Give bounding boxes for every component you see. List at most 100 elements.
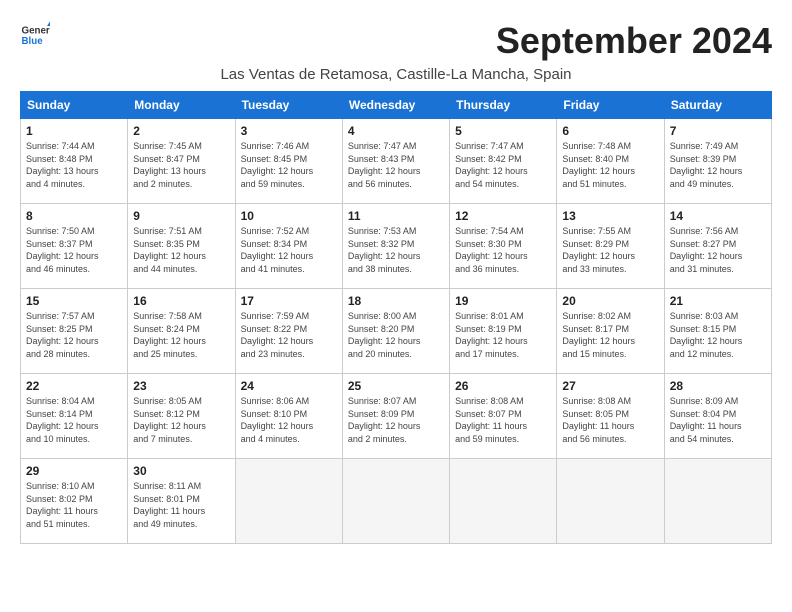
- day-info: Sunrise: 8:02 AM Sunset: 8:17 PM Dayligh…: [562, 310, 658, 360]
- day-number: 8: [26, 209, 122, 223]
- calendar-day-cell: 27Sunrise: 8:08 AM Sunset: 8:05 PM Dayli…: [557, 374, 664, 459]
- day-number: 22: [26, 379, 122, 393]
- day-info: Sunrise: 8:09 AM Sunset: 8:04 PM Dayligh…: [670, 395, 766, 445]
- day-info: Sunrise: 7:49 AM Sunset: 8:39 PM Dayligh…: [670, 140, 766, 190]
- day-number: 7: [670, 124, 766, 138]
- day-number: 23: [133, 379, 229, 393]
- day-info: Sunrise: 7:45 AM Sunset: 8:47 PM Dayligh…: [133, 140, 229, 190]
- calendar-day-cell: 18 Sunrise: 8:00 AM Sunset: 8:20 PM Dayli…: [342, 289, 449, 374]
- day-number: 15: [26, 294, 122, 308]
- day-number: 25: [348, 379, 444, 393]
- calendar-header-cell: Thursday: [450, 92, 557, 119]
- calendar-header-cell: Wednesday: [342, 92, 449, 119]
- calendar-day-cell: 2 Sunrise: 7:45 AM Sunset: 8:47 PM Daylig…: [128, 119, 235, 204]
- day-number: 26: [455, 379, 551, 393]
- calendar-week-row: 8 Sunrise: 7:50 AM Sunset: 8:37 PM Daylig…: [21, 204, 772, 289]
- day-number: 14: [670, 209, 766, 223]
- calendar-day-cell: 21 Sunrise: 8:03 AM Sunset: 8:15 PM Dayli…: [664, 289, 771, 374]
- day-number: 13: [562, 209, 658, 223]
- calendar-day-cell: [664, 459, 771, 544]
- calendar-day-cell: 9Sunrise: 7:51 AM Sunset: 8:35 PM Daylig…: [128, 204, 235, 289]
- calendar-day-cell: 16 Sunrise: 7:58 AM Sunset: 8:24 PM Dayli…: [128, 289, 235, 374]
- day-number: 27: [562, 379, 658, 393]
- day-number: 5: [455, 124, 551, 138]
- calendar-day-cell: 14 Sunrise: 7:56 AM Sunset: 8:27 PM Dayli…: [664, 204, 771, 289]
- day-number: 4: [348, 124, 444, 138]
- day-info: Sunrise: 7:59 AM Sunset: 8:22 PM Dayligh…: [241, 310, 337, 360]
- day-info: Sunrise: 7:47 AM Sunset: 8:43 PM Dayligh…: [348, 140, 444, 190]
- calendar-day-cell: 11Sunrise: 7:53 AM Sunset: 8:32 PM Dayli…: [342, 204, 449, 289]
- day-info: Sunrise: 7:54 AM Sunset: 8:30 PM Dayligh…: [455, 225, 551, 275]
- day-info: Sunrise: 7:51 AM Sunset: 8:35 PM Dayligh…: [133, 225, 229, 275]
- day-number: 2: [133, 124, 229, 138]
- day-info: Sunrise: 8:11 AM Sunset: 8:01 PM Dayligh…: [133, 480, 229, 530]
- calendar-day-cell: [450, 459, 557, 544]
- calendar-day-cell: 7 Sunrise: 7:49 AM Sunset: 8:39 PM Daylig…: [664, 119, 771, 204]
- calendar-day-cell: 26 Sunrise: 8:08 AM Sunset: 8:07 PM Dayli…: [450, 374, 557, 459]
- calendar-header-row: SundayMondayTuesdayWednesdayThursdayFrid…: [21, 92, 772, 119]
- calendar-body: 1 Sunrise: 7:44 AM Sunset: 8:48 PM Daylig…: [21, 119, 772, 544]
- svg-text:Blue: Blue: [22, 36, 44, 47]
- calendar-week-row: 29 Sunrise: 8:10 AM Sunset: 8:02 PM Dayli…: [21, 459, 772, 544]
- calendar-day-cell: 25Sunrise: 8:07 AM Sunset: 8:09 PM Dayli…: [342, 374, 449, 459]
- day-info: Sunrise: 8:03 AM Sunset: 8:15 PM Dayligh…: [670, 310, 766, 360]
- day-number: 3: [241, 124, 337, 138]
- day-info: Sunrise: 8:00 AM Sunset: 8:20 PM Dayligh…: [348, 310, 444, 360]
- calendar-day-cell: [557, 459, 664, 544]
- logo: General Blue: [20, 20, 50, 50]
- calendar-day-cell: 12Sunrise: 7:54 AM Sunset: 8:30 PM Dayli…: [450, 204, 557, 289]
- calendar-day-cell: 24Sunrise: 8:06 AM Sunset: 8:10 PM Dayli…: [235, 374, 342, 459]
- calendar-header-cell: Friday: [557, 92, 664, 119]
- calendar-day-cell: 19Sunrise: 8:01 AM Sunset: 8:19 PM Dayli…: [450, 289, 557, 374]
- day-number: 6: [562, 124, 658, 138]
- calendar-header-cell: Monday: [128, 92, 235, 119]
- calendar-day-cell: 20Sunrise: 8:02 AM Sunset: 8:17 PM Dayli…: [557, 289, 664, 374]
- day-number: 11: [348, 209, 444, 223]
- day-number: 16: [133, 294, 229, 308]
- day-info: Sunrise: 8:01 AM Sunset: 8:19 PM Dayligh…: [455, 310, 551, 360]
- location-subtitle: Las Ventas de Retamosa, Castille-La Manc…: [20, 66, 772, 83]
- calendar-week-row: 1 Sunrise: 7:44 AM Sunset: 8:48 PM Daylig…: [21, 119, 772, 204]
- day-number: 21: [670, 294, 766, 308]
- day-info: Sunrise: 7:52 AM Sunset: 8:34 PM Dayligh…: [241, 225, 337, 275]
- day-info: Sunrise: 7:44 AM Sunset: 8:48 PM Dayligh…: [26, 140, 122, 190]
- day-info: Sunrise: 8:10 AM Sunset: 8:02 PM Dayligh…: [26, 480, 122, 530]
- day-info: Sunrise: 8:08 AM Sunset: 8:07 PM Dayligh…: [455, 395, 551, 445]
- calendar-header-cell: Saturday: [664, 92, 771, 119]
- day-number: 29: [26, 464, 122, 478]
- day-number: 30: [133, 464, 229, 478]
- calendar-day-cell: 17 Sunrise: 7:59 AM Sunset: 8:22 PM Dayli…: [235, 289, 342, 374]
- calendar-day-cell: 23 Sunrise: 8:05 AM Sunset: 8:12 PM Dayli…: [128, 374, 235, 459]
- day-info: Sunrise: 7:55 AM Sunset: 8:29 PM Dayligh…: [562, 225, 658, 275]
- general-blue-logo-icon: General Blue: [20, 20, 50, 50]
- calendar-day-cell: 29 Sunrise: 8:10 AM Sunset: 8:02 PM Dayli…: [21, 459, 128, 544]
- day-number: 10: [241, 209, 337, 223]
- calendar-day-cell: 8 Sunrise: 7:50 AM Sunset: 8:37 PM Daylig…: [21, 204, 128, 289]
- day-info: Sunrise: 7:48 AM Sunset: 8:40 PM Dayligh…: [562, 140, 658, 190]
- day-info: Sunrise: 7:58 AM Sunset: 8:24 PM Dayligh…: [133, 310, 229, 360]
- day-info: Sunrise: 7:56 AM Sunset: 8:27 PM Dayligh…: [670, 225, 766, 275]
- calendar-day-cell: 3Sunrise: 7:46 AM Sunset: 8:45 PM Daylig…: [235, 119, 342, 204]
- day-info: Sunrise: 7:57 AM Sunset: 8:25 PM Dayligh…: [26, 310, 122, 360]
- calendar-header-cell: Sunday: [21, 92, 128, 119]
- calendar-day-cell: 4 Sunrise: 7:47 AM Sunset: 8:43 PM Daylig…: [342, 119, 449, 204]
- day-number: 18: [348, 294, 444, 308]
- day-number: 17: [241, 294, 337, 308]
- calendar-day-cell: 28Sunrise: 8:09 AM Sunset: 8:04 PM Dayli…: [664, 374, 771, 459]
- day-info: Sunrise: 7:50 AM Sunset: 8:37 PM Dayligh…: [26, 225, 122, 275]
- svg-text:General: General: [22, 26, 51, 37]
- month-title: September 2024: [496, 20, 772, 62]
- calendar-day-cell: 15 Sunrise: 7:57 AM Sunset: 8:25 PM Dayli…: [21, 289, 128, 374]
- calendar-table: SundayMondayTuesdayWednesdayThursdayFrid…: [20, 91, 772, 544]
- day-info: Sunrise: 7:47 AM Sunset: 8:42 PM Dayligh…: [455, 140, 551, 190]
- calendar-header-cell: Tuesday: [235, 92, 342, 119]
- calendar-day-cell: 1 Sunrise: 7:44 AM Sunset: 8:48 PM Daylig…: [21, 119, 128, 204]
- calendar-week-row: 22Sunrise: 8:04 AM Sunset: 8:14 PM Dayli…: [21, 374, 772, 459]
- day-number: 1: [26, 124, 122, 138]
- day-info: Sunrise: 8:06 AM Sunset: 8:10 PM Dayligh…: [241, 395, 337, 445]
- calendar-day-cell: 22Sunrise: 8:04 AM Sunset: 8:14 PM Dayli…: [21, 374, 128, 459]
- day-info: Sunrise: 8:05 AM Sunset: 8:12 PM Dayligh…: [133, 395, 229, 445]
- calendar-day-cell: [342, 459, 449, 544]
- calendar-day-cell: 13 Sunrise: 7:55 AM Sunset: 8:29 PM Dayli…: [557, 204, 664, 289]
- calendar-day-cell: 5 Sunrise: 7:47 AM Sunset: 8:42 PM Daylig…: [450, 119, 557, 204]
